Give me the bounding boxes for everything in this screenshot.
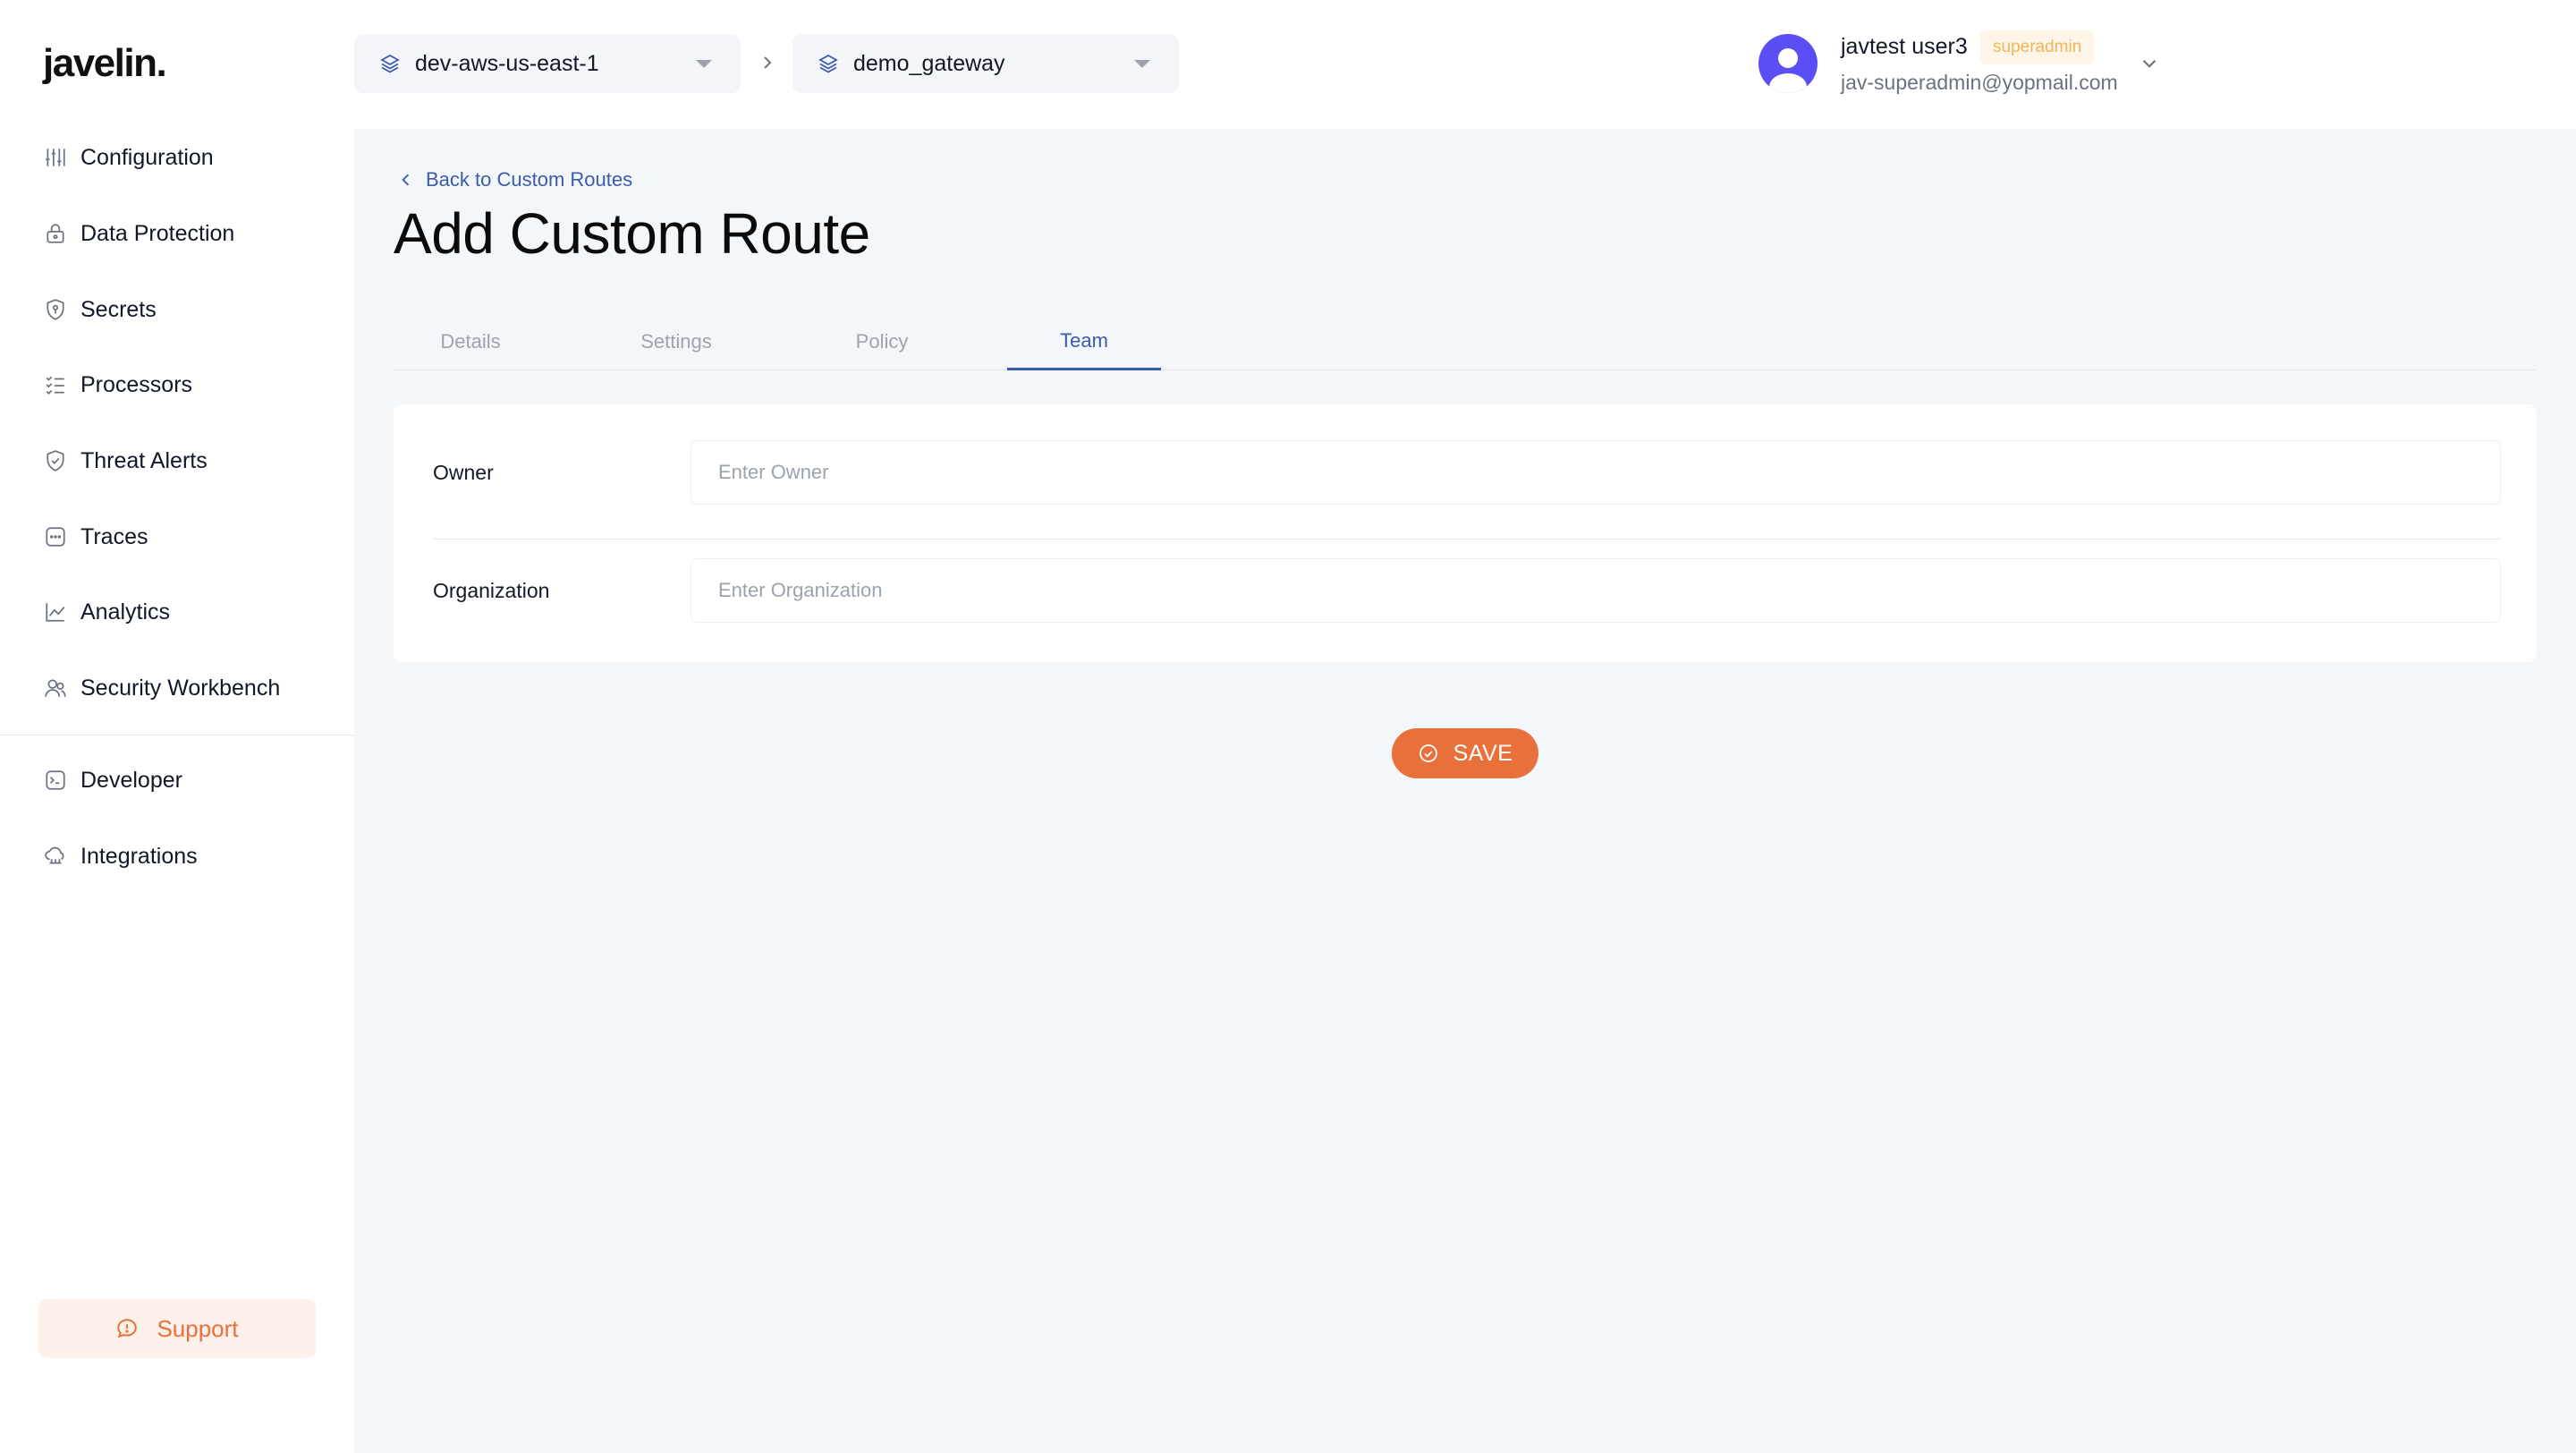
main-content: Back to Custom Routes Add Custom Route D… — [354, 129, 2576, 1453]
sidebar-item-label: Integrations — [80, 843, 198, 869]
user-name: javtest user3 — [1841, 34, 1968, 59]
sliders-icon — [43, 145, 68, 170]
sidebar-item-secrets[interactable]: Secrets — [43, 292, 157, 327]
chevron-left-icon — [402, 174, 410, 186]
check-circle-icon — [1419, 744, 1437, 762]
sidebar-item-processors[interactable]: Processors — [43, 367, 192, 403]
owner-label: Owner — [433, 461, 494, 484]
user-avatar[interactable] — [1758, 34, 1818, 93]
sidebar-item-label: Data Protection — [80, 220, 235, 246]
back-link-label: Back to Custom Routes — [426, 168, 633, 191]
sidebar-item-data-protection[interactable]: Data Protection — [43, 216, 234, 251]
sidebar-item-analytics[interactable]: Analytics — [43, 594, 170, 630]
javelin-logo[interactable]: javelin. — [43, 41, 167, 86]
support-chat-icon — [117, 1319, 138, 1338]
user-menu-chevron-down-icon[interactable] — [2138, 52, 2161, 75]
back-to-custom-routes-link[interactable]: Back to Custom Routes — [397, 168, 632, 191]
sidebar-item-label: Security Workbench — [80, 675, 281, 701]
gateway-value: demo_gateway — [853, 50, 1005, 76]
caret-down-icon — [1134, 59, 1150, 68]
sidebar-item-configuration[interactable]: Configuration — [43, 140, 214, 175]
line-chart-icon — [43, 599, 68, 625]
user-email: jav-superadmin@yopmail.com — [1841, 71, 2118, 94]
sidebar-item-traces[interactable]: Traces — [43, 519, 148, 555]
page-title: Add Custom Route — [394, 201, 870, 266]
lock-icon — [43, 221, 68, 246]
shield-key-icon — [43, 297, 68, 322]
environment-value: dev-aws-us-east-1 — [415, 50, 599, 76]
cloud-link-icon — [43, 844, 68, 869]
shield-check-icon — [43, 448, 68, 473]
sidebar-item-label: Secrets — [80, 296, 157, 322]
sidebar-item-label: Threat Alerts — [80, 447, 208, 473]
sidebar-item-label: Configuration — [80, 144, 214, 170]
environment-select[interactable]: dev-aws-us-east-1 — [354, 34, 741, 93]
tab-settings[interactable]: Settings — [599, 313, 753, 370]
support-button[interactable]: Support — [38, 1299, 316, 1358]
save-button[interactable]: SAVE — [1392, 728, 1538, 778]
sidebar-item-integrations[interactable]: Integrations — [43, 838, 198, 874]
sidebar-item-threat-alerts[interactable]: Threat Alerts — [43, 443, 208, 479]
top-header: dev-aws-us-east-1 demo_gateway javtest u… — [354, 0, 2576, 129]
organization-label: Organization — [433, 579, 550, 602]
organization-input[interactable] — [691, 558, 2501, 623]
layers-icon — [818, 53, 853, 74]
sidebar-item-developer[interactable]: Developer — [43, 762, 182, 798]
support-label: Support — [157, 1314, 239, 1342]
tab-policy[interactable]: Policy — [805, 313, 959, 370]
list-check-icon — [43, 372, 68, 397]
tab-details[interactable]: Details — [394, 313, 547, 370]
gateway-select[interactable]: demo_gateway — [792, 34, 1179, 93]
sidebar-item-label: Analytics — [80, 599, 171, 625]
sidebar-item-label: Developer — [80, 767, 182, 793]
trace-box-icon — [43, 524, 68, 549]
tab-team[interactable]: Team — [1007, 313, 1161, 370]
sidebar: javelin. Configuration Data Protection S… — [0, 0, 354, 1453]
role-badge: superadmin — [1980, 30, 2095, 64]
terminal-icon — [43, 768, 68, 793]
owner-input[interactable] — [691, 440, 2501, 505]
form-divider — [433, 539, 2501, 540]
sidebar-item-label: Processors — [80, 371, 193, 397]
route-tabs: Details Settings Policy Team — [394, 313, 2537, 370]
layers-icon — [379, 53, 415, 74]
sidebar-item-security-workbench[interactable]: Security Workbench — [43, 670, 280, 706]
team-form-card: Owner Organization — [394, 404, 2537, 662]
chevron-right-icon — [757, 52, 778, 73]
sidebar-item-label: Traces — [80, 523, 148, 549]
users-icon — [43, 676, 68, 701]
save-label: SAVE — [1453, 740, 1513, 766]
caret-down-icon — [696, 59, 712, 68]
